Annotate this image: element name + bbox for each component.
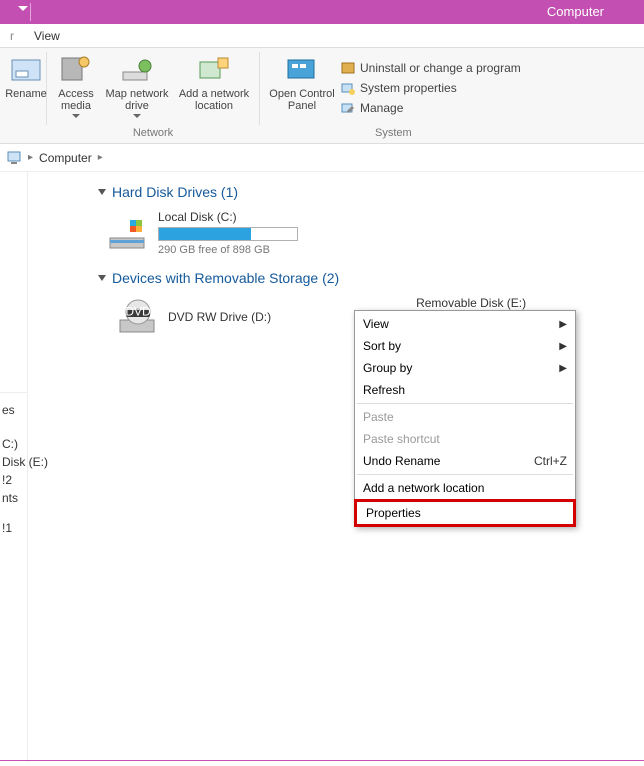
map-network-drive-icon <box>119 54 155 86</box>
drive-local-free: 290 GB free of 898 GB <box>158 244 298 256</box>
ctx-paste-shortcut: Paste shortcut <box>357 428 573 450</box>
ctx-properties[interactable]: Properties <box>357 502 573 524</box>
ctx-view-label: View <box>363 317 389 331</box>
manage-label: Manage <box>360 101 403 115</box>
nav-list: es C:) Disk (E:) !2 nts !1 <box>0 392 27 537</box>
ctx-properties-highlight: Properties <box>354 499 576 527</box>
tab-view[interactable]: View <box>24 25 70 47</box>
uninstall-program-button[interactable]: Uninstall or change a program <box>340 58 521 78</box>
ctx-add-network-location-label: Add a network location <box>363 481 484 495</box>
drive-dvd-name: DVD RW Drive (D:) <box>168 310 271 324</box>
drive-local-c[interactable]: Local Disk (C:) 290 GB free of 898 GB <box>98 208 632 270</box>
drive-local-meta: Local Disk (C:) 290 GB free of 898 GB <box>158 210 298 256</box>
nav-item[interactable]: nts <box>0 489 27 507</box>
section-removable-label: Devices with Removable Storage (2) <box>112 270 339 286</box>
ctx-properties-label: Properties <box>366 506 421 520</box>
ctx-undo-rename[interactable]: Undo Rename Ctrl+Z <box>357 450 573 472</box>
ctx-group-by[interactable]: Group by ▶ <box>357 357 573 379</box>
open-control-panel-label: Open Control Panel <box>268 88 336 112</box>
context-menu: View ▶ Sort by ▶ Group by ▶ Refresh Past… <box>354 310 576 527</box>
ctx-add-network-location[interactable]: Add a network location <box>357 477 573 499</box>
ctx-group-by-label: Group by <box>363 361 412 375</box>
rename-label: Rename <box>5 88 47 100</box>
add-network-location-button[interactable]: Add a network location <box>175 52 253 120</box>
ribbon: Rename Access media Map network drive <box>0 48 644 144</box>
navigation-pane[interactable]: es C:) Disk (E:) !2 nts !1 <box>0 172 28 762</box>
ribbon-network-label: Network <box>53 125 253 141</box>
qat-dropdown-icon[interactable] <box>18 6 28 11</box>
drive-local-usage-bar <box>158 227 298 241</box>
map-network-drive-label: Map network drive <box>103 88 171 112</box>
map-network-drive-button[interactable]: Map network drive <box>101 52 173 120</box>
ctx-undo-rename-label: Undo Rename <box>363 454 440 468</box>
access-media-dropdown-icon <box>72 114 80 118</box>
window-title: Computer <box>547 4 604 19</box>
rename-button[interactable]: Rename <box>6 52 46 102</box>
open-control-panel-button[interactable]: Open Control Panel <box>266 52 338 118</box>
section-hdd-header[interactable]: Hard Disk Drives (1) <box>98 184 632 200</box>
ctx-paste: Paste <box>357 406 573 428</box>
ctx-sort-by-label: Sort by <box>363 339 401 353</box>
chevron-right-icon-2[interactable]: ▸ <box>94 152 107 163</box>
status-bar <box>0 760 644 764</box>
ctx-view[interactable]: View ▶ <box>357 313 573 335</box>
uninstall-label: Uninstall or change a program <box>360 61 521 75</box>
manage-icon <box>340 100 356 116</box>
drive-removable-name: Removable Disk (E:) <box>416 296 526 310</box>
system-properties-button[interactable]: System properties <box>340 78 521 98</box>
access-media-button[interactable]: Access media <box>53 52 99 120</box>
nav-item[interactable]: es <box>0 401 27 419</box>
ctx-paste-label: Paste <box>363 410 394 424</box>
system-subgroup: Uninstall or change a program System pro… <box>340 52 521 118</box>
computer-icon <box>6 149 24 167</box>
ctx-undo-rename-shortcut: Ctrl+Z <box>534 454 567 468</box>
ribbon-tabs: r View <box>0 24 644 48</box>
submenu-arrow-icon: ▶ <box>559 363 567 374</box>
nav-item[interactable]: !1 <box>0 519 27 537</box>
ribbon-system-label: System <box>266 125 521 141</box>
access-media-icon <box>58 54 94 86</box>
ctx-sort-by[interactable]: Sort by ▶ <box>357 335 573 357</box>
ctx-paste-shortcut-label: Paste shortcut <box>363 432 440 446</box>
dvd-drive-icon: DVD <box>118 298 158 336</box>
ctx-refresh-label: Refresh <box>363 383 405 397</box>
breadcrumb-computer[interactable]: Computer <box>37 151 94 165</box>
tab-partial[interactable]: r <box>0 25 24 47</box>
svg-text:DVD: DVD <box>125 305 151 319</box>
rename-icon <box>8 54 44 86</box>
access-media-label: Access media <box>55 88 97 112</box>
manage-button[interactable]: Manage <box>340 98 521 118</box>
collapse-icon-2 <box>98 275 106 281</box>
control-panel-icon <box>284 54 320 86</box>
ribbon-group-organize: Rename <box>0 48 46 143</box>
uninstall-icon <box>340 60 356 76</box>
title-bar: Computer <box>0 0 644 24</box>
nav-item[interactable]: Disk (E:) <box>0 453 27 471</box>
ribbon-group-network: Access media Map network drive Add a net… <box>47 48 259 143</box>
collapse-icon <box>98 189 106 195</box>
section-hdd-label: Hard Disk Drives (1) <box>112 184 238 200</box>
add-network-location-icon <box>196 54 232 86</box>
address-bar[interactable]: ▸ Computer ▸ <box>0 144 644 172</box>
section-removable-header[interactable]: Devices with Removable Storage (2) <box>98 270 632 286</box>
system-properties-icon <box>340 80 356 96</box>
add-network-location-label: Add a network location <box>177 88 251 112</box>
hard-drive-icon <box>108 214 148 252</box>
nav-item[interactable]: C:) <box>0 435 27 453</box>
ribbon-group-system: Open Control Panel Uninstall or change a… <box>260 48 527 143</box>
ribbon-group-label-empty <box>6 125 40 141</box>
submenu-arrow-icon: ▶ <box>559 319 567 330</box>
drive-dvd-d[interactable]: DVD DVD RW Drive (D:) <box>108 296 271 336</box>
ctx-refresh[interactable]: Refresh <box>357 379 573 401</box>
drive-local-name: Local Disk (C:) <box>158 210 298 224</box>
chevron-right-icon[interactable]: ▸ <box>24 152 37 163</box>
title-separator <box>30 3 31 21</box>
system-properties-label: System properties <box>360 81 457 95</box>
map-network-drive-dropdown-icon <box>133 114 141 118</box>
submenu-arrow-icon: ▶ <box>559 341 567 352</box>
nav-item[interactable]: !2 <box>0 471 27 489</box>
